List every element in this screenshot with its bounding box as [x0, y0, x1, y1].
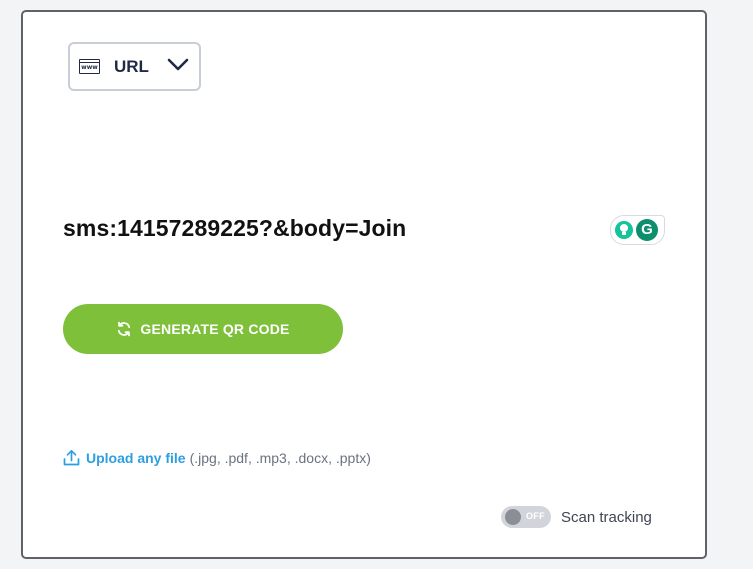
upload-file-link[interactable]: Upload any file — [86, 450, 186, 466]
toggle-state-label: OFF — [526, 511, 545, 521]
qr-generator-panel: www URL sms:14157289225?&body=Join G GEN… — [21, 10, 707, 559]
grammarly-widget[interactable]: G — [610, 215, 665, 245]
lightbulb-icon — [615, 221, 633, 239]
grammarly-icon: G — [636, 219, 658, 241]
upload-file-types: (.jpg, .pdf, .mp3, .docx, .pptx) — [189, 449, 371, 466]
www-icon: www — [79, 59, 100, 74]
qr-type-label: URL — [114, 56, 149, 76]
scan-tracking-row: OFF Scan tracking — [501, 506, 652, 528]
upload-icon[interactable] — [63, 449, 80, 466]
scan-tracking-toggle[interactable]: OFF — [501, 506, 551, 528]
toggle-knob — [505, 509, 521, 525]
qr-type-dropdown[interactable]: www URL — [68, 42, 201, 91]
qr-content-input[interactable]: sms:14157289225?&body=Join — [63, 215, 406, 242]
upload-row: Upload any file (.jpg, .pdf, .mp3, .docx… — [63, 449, 371, 466]
generate-button-label: GENERATE QR CODE — [140, 321, 290, 337]
scan-tracking-label: Scan tracking — [561, 508, 652, 526]
generate-qr-code-button[interactable]: GENERATE QR CODE — [63, 304, 343, 354]
refresh-icon — [118, 321, 131, 337]
chevron-down-icon — [167, 58, 189, 71]
www-icon-text: www — [81, 64, 98, 71]
